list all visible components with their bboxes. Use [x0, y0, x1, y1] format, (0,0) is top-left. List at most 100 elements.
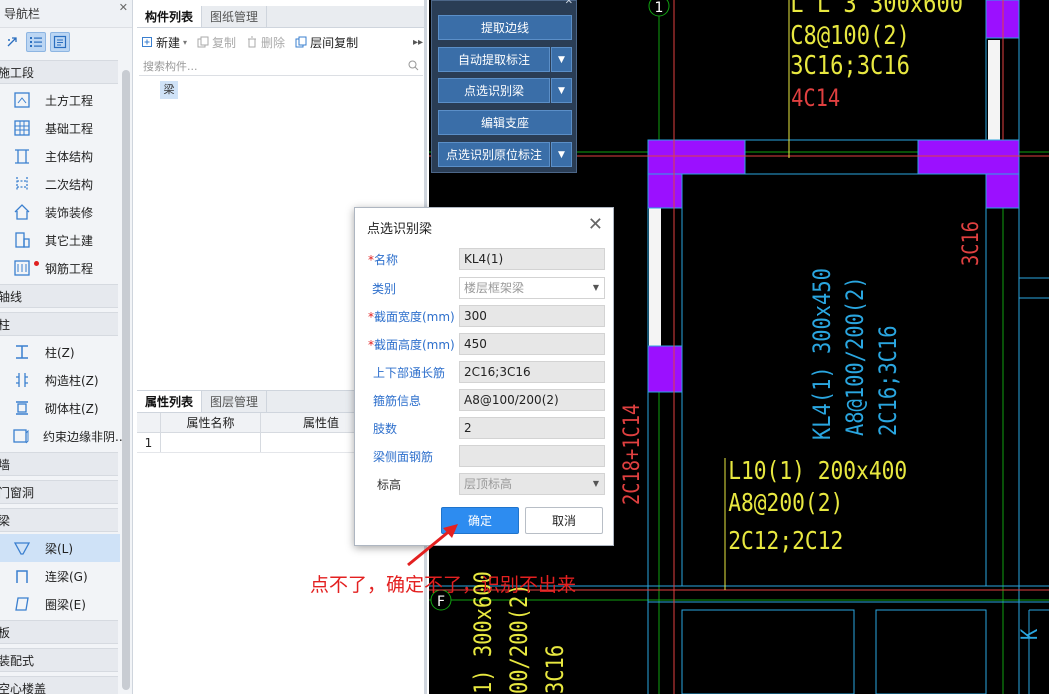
elevation-select[interactable]: 层顶标高 ▼ — [459, 473, 605, 495]
tab-layer-management[interactable]: 图层管理 — [202, 391, 268, 412]
close-icon[interactable]: ✕ — [565, 0, 573, 7]
copy-button[interactable]: 复制 — [197, 34, 236, 51]
new-button[interactable]: 新建 ▾ — [141, 34, 187, 51]
nav-item-other-civil[interactable]: 其它土建 — [0, 226, 120, 254]
tab-attribute-list[interactable]: 属性列表 — [137, 391, 203, 412]
chevron-down-icon[interactable]: ▼ — [551, 142, 572, 167]
category-door-window[interactable]: 门窗洞 — [0, 480, 118, 504]
legs-input[interactable]: 2 — [459, 417, 605, 439]
category-slab[interactable]: 板 — [0, 620, 118, 644]
floor-copy-label: 层间复制 — [310, 35, 359, 50]
chevron-down-icon[interactable]: ▼ — [551, 78, 572, 103]
nav-item-label: 连梁(G) — [45, 569, 88, 584]
cad-kl4-text: A8@100/200(2) — [841, 276, 869, 436]
category-select[interactable]: 楼层框架梁 ▼ — [459, 277, 605, 299]
auto-extract-label-button[interactable]: 自动提取标注 — [438, 47, 550, 72]
category-wall[interactable]: 墙 — [0, 452, 118, 476]
field-label: 箍筋信息 — [373, 394, 422, 408]
field-height: *截面高度(mm) 450 — [355, 333, 615, 355]
component-search[interactable]: 搜索构件... — [139, 56, 423, 76]
list-view-icon[interactable] — [26, 32, 46, 52]
field-label: *截面宽度(mm) — [368, 310, 455, 324]
height-input[interactable]: 450 — [459, 333, 605, 355]
category-axis[interactable]: 轴线 — [0, 284, 118, 308]
name-input[interactable]: KL4(1) — [459, 248, 605, 270]
nav-item-coupling-beam[interactable]: 连梁(G) — [0, 562, 120, 590]
building-icon — [12, 230, 32, 250]
close-icon[interactable]: ✕ — [588, 214, 603, 235]
document-view-icon[interactable] — [50, 32, 70, 52]
nav-item-label: 柱(Z) — [45, 345, 75, 360]
width-input[interactable]: 300 — [459, 305, 605, 327]
nav-item-earthwork[interactable]: 土方工程 — [0, 86, 120, 114]
masonry-column-icon — [12, 398, 32, 418]
category-beam[interactable]: 梁 — [0, 508, 118, 532]
field-legs: 肢数 2 — [355, 417, 615, 439]
nav-item-constructional-column[interactable]: 构造柱(Z) — [0, 366, 120, 394]
field-name: *名称 KL4(1) — [355, 248, 615, 270]
expand-icon[interactable] — [2, 32, 22, 52]
field-label: 上下部通长筋 — [373, 366, 446, 380]
notification-dot — [34, 261, 39, 266]
more-icon[interactable]: ▸▸ — [413, 37, 423, 48]
copy-icon — [197, 36, 209, 48]
nav-item-beam[interactable]: 梁(L) — [0, 534, 120, 562]
new-icon — [142, 37, 152, 47]
field-label: *名称 — [368, 253, 399, 267]
stirrup-input[interactable]: A8@100/200(2) — [459, 389, 605, 411]
cad-l10-text: L10(1) 200x400 — [728, 456, 907, 485]
beam-icon — [12, 538, 32, 558]
edit-support-button[interactable]: 编辑支座 — [438, 110, 572, 135]
nav-item-label: 圈梁(E) — [45, 597, 86, 612]
nav-item-rebar[interactable]: 钢筋工程 — [0, 254, 120, 282]
column-block — [647, 345, 683, 393]
field-label: 梁侧面钢筋 — [373, 450, 434, 464]
floor-copy-button[interactable]: 层间复制 — [295, 34, 358, 51]
delete-button[interactable]: 删除 — [246, 34, 285, 51]
cad-l10-text: A8@200(2) — [728, 488, 843, 517]
close-icon[interactable]: ✕ — [119, 0, 128, 22]
field-stirrup: 箍筋信息 A8@100/200(2) — [355, 389, 615, 411]
category-prefab[interactable]: 装配式 — [0, 648, 118, 672]
through-rebar-input[interactable]: 2C16;3C16 — [459, 361, 605, 383]
nav-item-boundary-column[interactable]: 约束边缘非阴... — [0, 422, 126, 450]
nav-toolbar — [0, 28, 132, 56]
cad-kl4-text: KL4(1) 300x450 — [808, 268, 836, 440]
cad-top-text: 4C14 — [791, 84, 840, 112]
nav-item-masonry-column[interactable]: 砌体柱(Z) — [0, 394, 120, 422]
category-construction[interactable]: 施工段 — [0, 60, 118, 84]
nav-item-ring-beam[interactable]: 圈梁(E) — [0, 590, 120, 618]
chevron-down-icon: ▼ — [592, 283, 599, 292]
nav-item-label: 砌体柱(Z) — [45, 401, 99, 416]
cad-top-text: L L 3 300x600 — [790, 0, 963, 18]
nav-item-column[interactable]: 柱(Z) — [0, 338, 120, 366]
pick-recognize-beam-button[interactable]: 点选识别梁 — [438, 78, 550, 103]
search-input[interactable]: 搜索构件... — [143, 58, 198, 74]
column-block — [647, 139, 746, 175]
nav-item-main-structure[interactable]: 主体结构 — [0, 142, 120, 170]
category-hollow-floor[interactable]: 空心楼盖 — [0, 676, 118, 694]
component-item-beam[interactable]: 梁 — [160, 81, 178, 99]
nav-item-decoration[interactable]: 装饰装修 — [0, 198, 120, 226]
nav-item-label: 基础工程 — [45, 121, 94, 136]
ok-button[interactable]: 确定 — [441, 507, 519, 534]
nav-scrollbar[interactable] — [122, 70, 130, 690]
nav-item-secondary-structure[interactable]: 二次结构 — [0, 170, 120, 198]
nav-item-label: 二次结构 — [45, 177, 94, 192]
tab-component-list[interactable]: 构件列表 — [137, 6, 203, 27]
field-label: 标高 — [377, 478, 402, 492]
pick-recognize-original-label-button[interactable]: 点选识别原位标注 — [438, 142, 550, 167]
cancel-button[interactable]: 取消 — [525, 507, 603, 534]
chevron-down-icon[interactable]: ▼ — [551, 47, 572, 72]
nav-item-foundation[interactable]: 基础工程 — [0, 114, 120, 142]
category-column[interactable]: 柱 — [0, 312, 118, 336]
house-icon — [12, 202, 32, 222]
nav-item-label: 装饰装修 — [45, 205, 94, 220]
extract-edge-button[interactable]: 提取边线 — [438, 15, 572, 40]
nav-item-label: 约束边缘非阴... — [43, 429, 127, 444]
chevron-down-icon: ▼ — [592, 479, 599, 488]
field-category: 类别 楼层框架梁 ▼ — [355, 277, 615, 299]
side-rebar-input[interactable] — [459, 445, 605, 467]
navigation-panel: 导航栏 ✕ 施工段 土方工程 基础工程 主体结构 二次结构 装饰装修 其它土建 … — [0, 0, 133, 694]
tab-drawing-management[interactable]: 图纸管理 — [202, 6, 268, 27]
